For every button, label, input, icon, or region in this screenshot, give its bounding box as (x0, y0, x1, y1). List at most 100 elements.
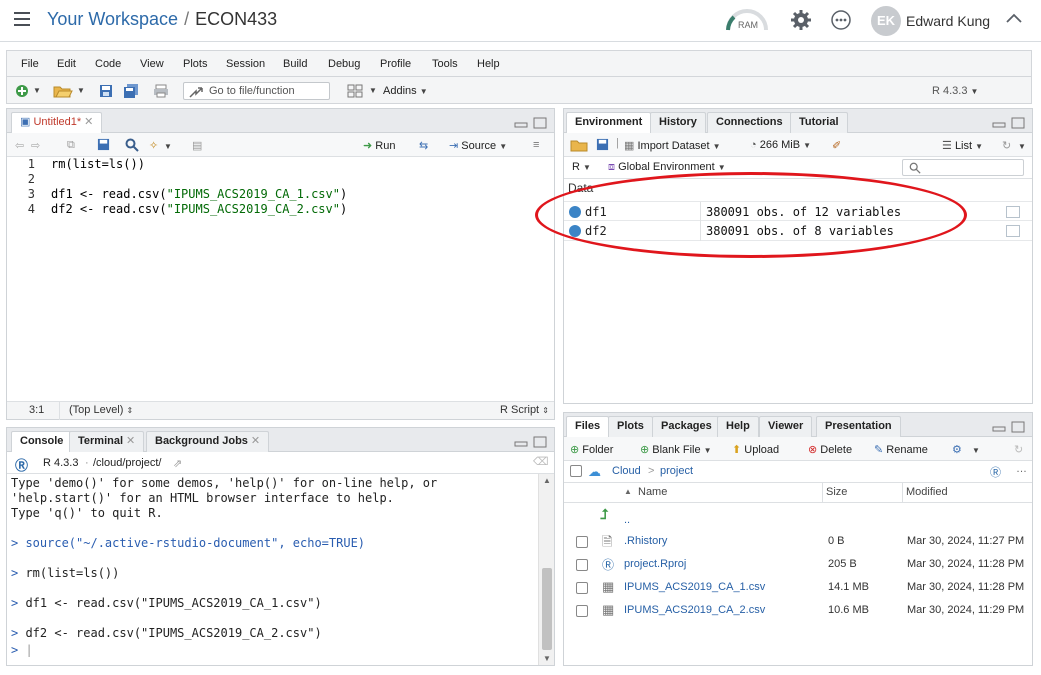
menu-debug[interactable]: Debug (328, 58, 360, 70)
upload-button[interactable]: ⬆ Upload (732, 443, 779, 456)
menu-view[interactable]: View (140, 58, 164, 70)
workspace-link[interactable]: Your Workspace (47, 9, 178, 29)
save-workspace-icon[interactable] (596, 138, 609, 151)
expand-play-icon[interactable] (569, 206, 581, 218)
breadcrumb-project[interactable]: project (660, 465, 693, 477)
new-file-icon[interactable] (15, 84, 29, 98)
r-version-selector[interactable]: R 4.3.3 ▼ (932, 85, 978, 97)
code-editor[interactable]: 1 rm(list=ls()) 2 3 df1 <- read.csv("IPUMS… (7, 157, 554, 401)
file-row[interactable]: ▦ IPUMS_ACS2019_CA_1.csv 14.1 MB Mar 30,… (564, 577, 1032, 599)
sort-ascending-icon[interactable]: ▲ (624, 487, 632, 496)
close-terminal-icon[interactable]: ✕ (126, 435, 135, 447)
menu-build[interactable]: Build (283, 58, 307, 70)
forward-arrow-icon[interactable]: ⇨ (31, 139, 40, 152)
scope-selector[interactable]: ⧈ Global Environment ▼ (608, 161, 726, 174)
view-data-grid-icon[interactable] (1006, 225, 1020, 237)
file-type-selector[interactable]: R Script ⇕ (500, 404, 549, 416)
console-scrollbar[interactable]: ▲ ▼ (538, 474, 554, 665)
rerun-icon[interactable]: ⇆ (419, 139, 428, 152)
tab-packages[interactable]: Packages (652, 416, 721, 437)
refresh-dropdown-icon[interactable]: ▼ (1018, 142, 1026, 151)
tab-history[interactable]: History (650, 112, 706, 133)
rename-button[interactable]: ✎ Rename (874, 443, 928, 456)
file-checkbox[interactable] (576, 559, 588, 571)
tab-files[interactable]: Files (566, 416, 610, 437)
back-arrow-icon[interactable]: ⇦ (15, 139, 24, 152)
menu-file[interactable]: File (21, 58, 39, 70)
settings-gear-icon[interactable] (790, 9, 812, 31)
file-name[interactable]: IPUMS_ACS2019_CA_2.csv (624, 604, 765, 616)
new-blank-file-button[interactable]: ⊕ Blank File ▼ (640, 443, 712, 456)
file-row[interactable]: ▦ IPUMS_ACS2019_CA_2.csv 10.6 MB Mar 30,… (564, 600, 1032, 622)
files-window-controls-icon[interactable] (992, 421, 1026, 433)
console-input-line[interactable]: > | (11, 643, 33, 657)
close-tab-icon[interactable]: ✕ (84, 116, 93, 128)
tab-untitled1[interactable]: ▣ Untitled1* ✕ (11, 112, 103, 133)
find-replace-icon[interactable] (125, 138, 139, 152)
document-outline-icon[interactable]: ≡ (533, 139, 539, 151)
environment-window-controls-icon[interactable] (992, 117, 1026, 129)
view-data-grid-icon[interactable] (1006, 206, 1020, 218)
layout-dropdown-icon[interactable]: ▼ (369, 86, 377, 95)
file-checkbox[interactable] (576, 582, 588, 594)
go-to-project-rproj-icon[interactable]: Ⓡ (990, 464, 1001, 480)
refresh-environment-icon[interactable]: ↻ (1002, 139, 1011, 152)
clear-console-broom-icon[interactable]: ⌫ (533, 455, 549, 468)
import-dataset-button[interactable]: ▦ Import Dataset ▼ (624, 139, 721, 152)
column-modified-header[interactable]: Modified (906, 486, 948, 498)
parent-directory-row[interactable]: ⮥ .. (564, 505, 1032, 527)
tab-tutorial[interactable]: Tutorial (790, 112, 848, 133)
scroll-down-icon[interactable]: ▼ (543, 654, 551, 663)
env-row-df2[interactable]: df2 380091 obs. of 8 variables (564, 221, 1032, 241)
breadcrumb-cloud[interactable]: Cloud (612, 465, 641, 477)
goto-file-input[interactable]: Go to file/function (183, 82, 330, 100)
memory-usage-button[interactable]: ◔ 266 MiB ▼ (750, 139, 811, 151)
user-name[interactable]: Edward Kung (906, 13, 990, 29)
go-to-directory-icon[interactable]: ⇗ (173, 457, 182, 470)
open-project-icon[interactable] (53, 84, 73, 98)
file-name[interactable]: .Rhistory (624, 535, 667, 547)
more-commands-dropdown-icon[interactable]: ▼ (972, 446, 980, 455)
run-button[interactable]: ➜ Run (363, 139, 395, 152)
more-options-dots-icon[interactable]: … (1016, 463, 1027, 475)
menu-code[interactable]: Code (95, 58, 121, 70)
hamburger-menu-icon[interactable] (14, 12, 30, 26)
select-all-checkbox[interactable] (570, 465, 582, 477)
source-window-controls-icon[interactable] (514, 117, 548, 129)
show-in-window-icon[interactable]: ⧉ (67, 139, 75, 152)
language-selector[interactable]: R ▼ (572, 161, 591, 173)
column-size-header[interactable]: Size (826, 486, 847, 498)
expand-play-icon[interactable] (569, 225, 581, 237)
environment-search-input[interactable] (902, 159, 1024, 176)
load-workspace-icon[interactable] (570, 138, 590, 152)
console-scroll-thumb[interactable] (542, 568, 552, 650)
tab-viewer[interactable]: Viewer (759, 416, 813, 437)
code-tools-wand-icon[interactable]: ✧ (149, 139, 158, 152)
file-checkbox[interactable] (576, 605, 588, 617)
menu-plots[interactable]: Plots (183, 58, 207, 70)
user-avatar[interactable]: EK (871, 6, 901, 36)
file-row[interactable]: Ⓡ project.Rproj 205 B Mar 30, 2024, 11:2… (564, 554, 1032, 576)
new-file-dropdown-icon[interactable]: ▼ (33, 86, 41, 95)
delete-button[interactable]: ⊗ Delete (808, 443, 852, 456)
more-file-commands-gear-icon[interactable]: ⚙ (952, 443, 962, 456)
compile-report-icon[interactable]: ▤ (192, 139, 202, 152)
menu-tools[interactable]: Tools (432, 58, 458, 70)
scroll-up-icon[interactable]: ▲ (543, 476, 551, 485)
console-output[interactable]: Type 'demo()' for some demos, 'help()' f… (7, 474, 538, 665)
menu-session[interactable]: Session (226, 58, 265, 70)
file-name[interactable]: IPUMS_ACS2019_CA_1.csv (624, 581, 765, 593)
tab-console[interactable]: Console (11, 431, 73, 452)
file-checkbox[interactable] (576, 536, 588, 548)
print-icon[interactable] (153, 84, 169, 98)
tab-environment[interactable]: Environment (566, 112, 652, 133)
file-row[interactable]: 🗎 .Rhistory 0 B Mar 30, 2024, 11:27 PM (564, 531, 1032, 553)
tab-terminal[interactable]: Terminal ✕ (69, 431, 145, 452)
view-mode-selector[interactable]: ☰ List ▼ (942, 139, 983, 152)
save-icon[interactable] (99, 84, 113, 98)
more-options-icon[interactable] (830, 9, 852, 31)
tab-plots[interactable]: Plots (608, 416, 653, 437)
addins-menu[interactable]: Addins ▼ (383, 85, 428, 97)
save-all-icon[interactable] (123, 84, 139, 98)
ram-gauge-icon[interactable]: RAM (724, 6, 770, 32)
